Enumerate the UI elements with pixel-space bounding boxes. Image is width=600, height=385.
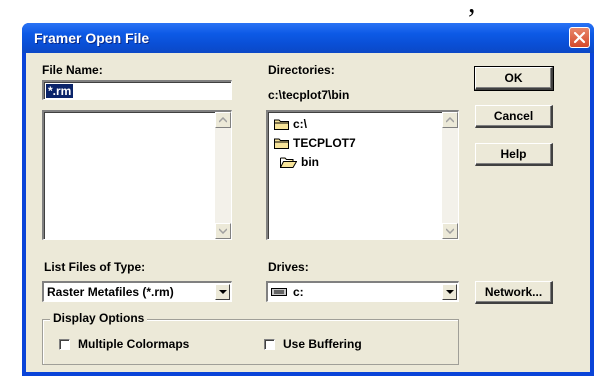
directory-item-label: c:\ <box>293 117 308 131</box>
scroll-down-button[interactable] <box>215 223 231 239</box>
scroll-up-button[interactable] <box>442 112 458 128</box>
title-bar[interactable]: Framer Open File <box>22 23 594 53</box>
background-document-fragment: , <box>330 0 600 22</box>
close-icon <box>573 31 586 44</box>
help-button[interactable]: Help <box>475 143 553 166</box>
drive-icon <box>271 288 287 296</box>
network-button[interactable]: Network... <box>475 281 553 304</box>
cancel-button[interactable]: Cancel <box>475 105 553 128</box>
ok-button[interactable]: OK <box>474 66 554 91</box>
scroll-down-button[interactable] <box>442 223 458 239</box>
dialog-client-area: File Name: *.rm Directories: c:\tecplot7… <box>26 53 590 372</box>
chevron-up-icon <box>446 117 454 123</box>
chevron-down-icon <box>219 290 227 294</box>
chevron-down-icon <box>446 290 454 294</box>
drives-select[interactable]: c: <box>266 281 459 302</box>
drives-dropdown-button[interactable] <box>442 284 457 300</box>
multiple-colormaps-label: Multiple Colormaps <box>78 337 190 351</box>
chevron-up-icon <box>219 117 227 123</box>
directory-list-scrollbar[interactable] <box>442 112 458 239</box>
dialog-window: Framer Open File File Name: *.rm Directo… <box>22 23 594 376</box>
close-button[interactable] <box>569 27 590 48</box>
directory-list[interactable]: c:\ TECPLOT7 bin <box>266 110 459 240</box>
folder-open-icon <box>280 157 297 168</box>
directory-item-label: bin <box>301 155 319 169</box>
directory-item-bin[interactable]: bin <box>280 155 319 169</box>
drives-value-text: c: <box>293 285 304 299</box>
checkbox-box[interactable] <box>264 338 275 350</box>
checkbox-box[interactable] <box>59 338 70 350</box>
directories-label: Directories: <box>268 63 335 77</box>
current-directory-path: c:\tecplot7\bin <box>268 88 350 102</box>
file-type-label: List Files of Type: <box>44 260 146 274</box>
file-name-value[interactable]: *.rm <box>46 84 74 98</box>
use-buffering-checkbox[interactable]: Use Buffering <box>264 337 362 351</box>
background-text: , <box>468 0 476 19</box>
file-list[interactable] <box>42 110 232 240</box>
drives-label: Drives: <box>268 260 309 274</box>
directory-item-tecplot7[interactable]: TECPLOT7 <box>274 136 356 150</box>
file-name-input[interactable]: *.rm <box>42 80 232 100</box>
file-type-dropdown-button[interactable] <box>215 284 230 300</box>
chevron-down-icon <box>219 228 227 234</box>
display-options-title: Display Options <box>50 311 148 325</box>
multiple-colormaps-checkbox[interactable]: Multiple Colormaps <box>59 337 189 351</box>
file-type-value: Raster Metafiles (*.rm) <box>47 285 174 299</box>
chevron-down-icon <box>446 228 454 234</box>
directory-item-root[interactable]: c:\ <box>274 117 307 131</box>
use-buffering-label: Use Buffering <box>283 337 362 351</box>
folder-closed-icon <box>274 138 289 149</box>
drives-value: c: <box>271 285 304 299</box>
file-name-label: File Name: <box>42 63 103 77</box>
window-title: Framer Open File <box>34 30 150 46</box>
directory-item-label: TECPLOT7 <box>293 136 356 150</box>
folder-closed-icon <box>274 119 289 130</box>
file-list-scrollbar[interactable] <box>215 112 231 239</box>
file-type-select[interactable]: Raster Metafiles (*.rm) <box>42 281 232 302</box>
scroll-up-button[interactable] <box>215 112 231 128</box>
